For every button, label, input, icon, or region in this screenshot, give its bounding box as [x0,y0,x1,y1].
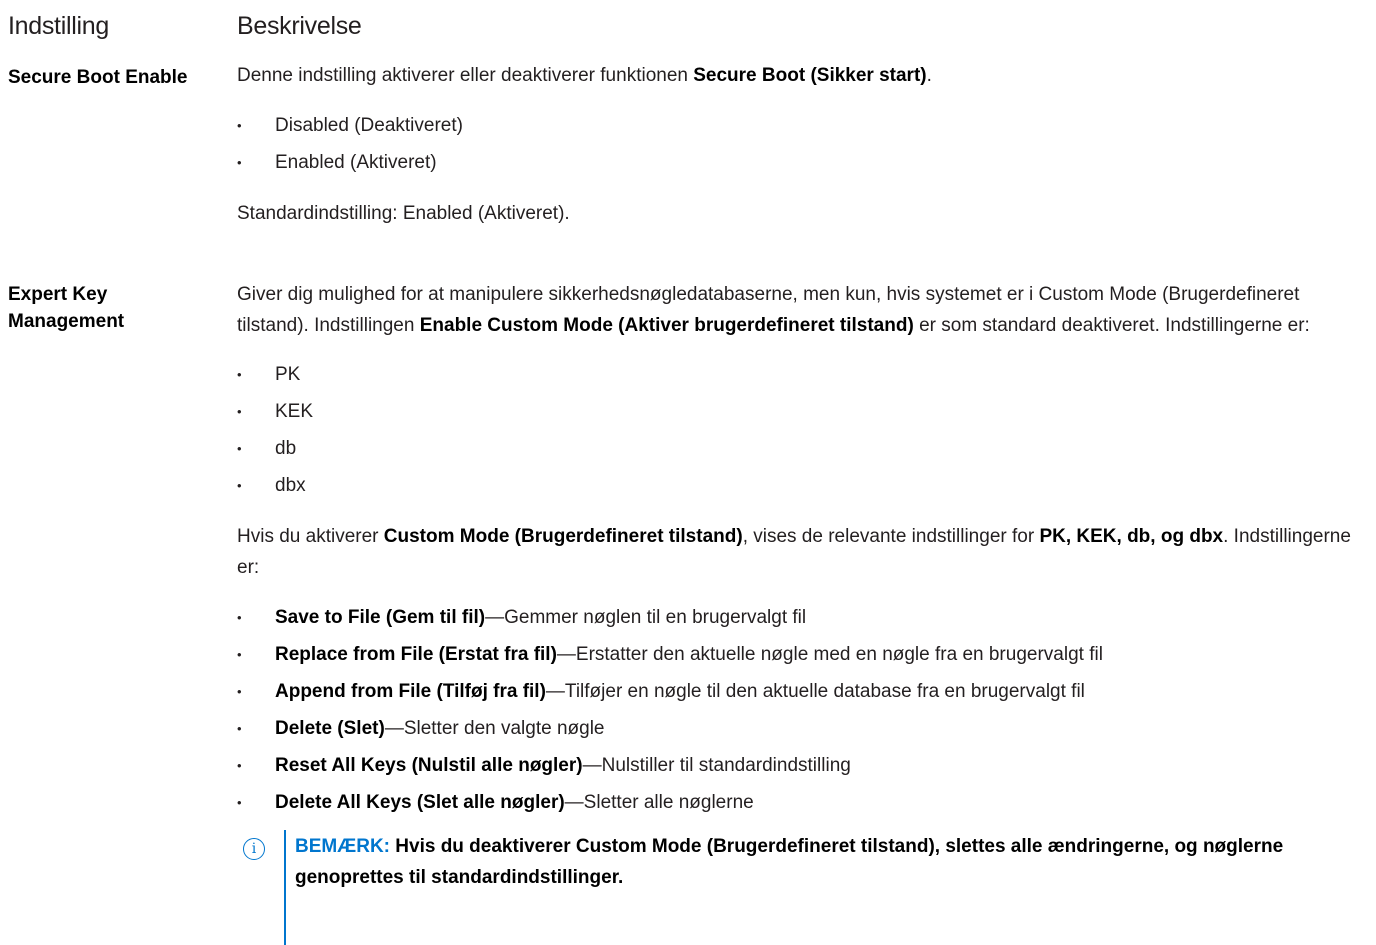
custom-bold-mode: Custom Mode (Brugerdefineret tilstand) [383,526,743,547]
note-box: i BEMÆRK: Hvis du deaktiverer Custom Mod… [243,830,1368,945]
action-label: Replace from File (Erstat fra fil) [275,644,557,665]
note-label: BEMÆRK: [295,836,390,857]
description-intro: Giver dig mulighed for at manipulere sik… [237,279,1367,341]
note-text: BEMÆRK: Hvis du deaktiverer Custom Mode … [295,831,1365,893]
intro-text: Denne indstilling aktiverer eller deakti… [237,65,694,86]
key-item: dbx [237,467,1367,504]
action-text: —Erstatter den aktuelle nøgle med en nøg… [556,644,1103,665]
intro-text-end: . [926,65,932,86]
custom-mode-paragraph: Hvis du aktiverer Custom Mode (Brugerdef… [237,521,1367,583]
intro-bold: Enable Custom Mode (Aktiver brugerdefine… [419,315,914,336]
custom-text-middle: , vises de relevante indstillinger for [742,526,1040,547]
action-item-replace: Replace from File (Erstat fra fil)—Ersta… [237,636,1367,673]
setting-description-expert-key-management: Giver dig mulighed for at manipulere sik… [237,279,1367,821]
custom-bold-keys: PK, KEK, db, og dbx [1039,526,1224,547]
action-text: —Tilføjer en nøgle til den aktuelle data… [545,681,1085,702]
custom-text: Hvis du aktiverer [237,526,384,547]
action-text: —Sletter alle nøglerne [564,792,754,813]
action-label: Delete All Keys (Slet alle nøgler) [275,792,565,813]
key-list: PK KEK db dbx [237,356,1367,504]
option-item: Enabled (Aktiveret) [237,144,1367,181]
note-divider [284,830,286,945]
column-header-setting: Indstilling [8,12,109,40]
action-item-reset-all: Reset All Keys (Nulstil alle nøgler)—Nul… [237,747,1367,784]
action-label: Delete (Slet) [275,718,385,739]
option-item: Disabled (Deaktiveret) [237,107,1367,144]
action-label: Save to File (Gem til fil) [275,607,486,628]
action-text: —Sletter den valgte nøgle [384,718,605,739]
note-body: Hvis du deaktiverer Custom Mode (Brugerd… [295,836,1284,888]
setting-description-secure-boot: Denne indstilling aktiverer eller deakti… [237,60,1367,229]
action-item-delete-all: Delete All Keys (Slet alle nøgler)—Slett… [237,784,1367,821]
action-label: Append from File (Tilføj fra fil) [275,681,546,702]
action-item-save: Save to File (Gem til fil)—Gemmer nøglen… [237,599,1367,636]
action-text: —Nulstiller til standardindstilling [582,755,851,776]
action-list: Save to File (Gem til fil)—Gemmer nøglen… [237,599,1367,821]
setting-name-expert-key-management: Expert Key Management [8,284,125,332]
column-header-description: Beskrivelse [237,12,362,40]
key-item: db [237,430,1367,467]
key-item: PK [237,356,1367,393]
key-item: KEK [237,393,1367,430]
intro-text-end: er som standard deaktiveret. Indstilling… [913,315,1310,336]
action-text: —Gemmer nøglen til en brugervalgt fil [485,607,807,628]
default-value: Standardindstilling: Enabled (Aktiveret)… [237,203,570,224]
setting-name-secure-boot-enable: Secure Boot Enable [8,67,188,88]
action-item-append: Append from File (Tilføj fra fil)—Tilføj… [237,673,1367,710]
action-label: Reset All Keys (Nulstil alle nøgler) [275,755,583,776]
info-icon: i [243,838,265,860]
description-intro: Denne indstilling aktiverer eller deakti… [237,60,1367,91]
option-list: Disabled (Deaktiveret) Enabled (Aktivere… [237,107,1367,181]
intro-bold: Secure Boot (Sikker start) [693,65,927,86]
action-item-delete: Delete (Slet)—Sletter den valgte nøgle [237,710,1367,747]
